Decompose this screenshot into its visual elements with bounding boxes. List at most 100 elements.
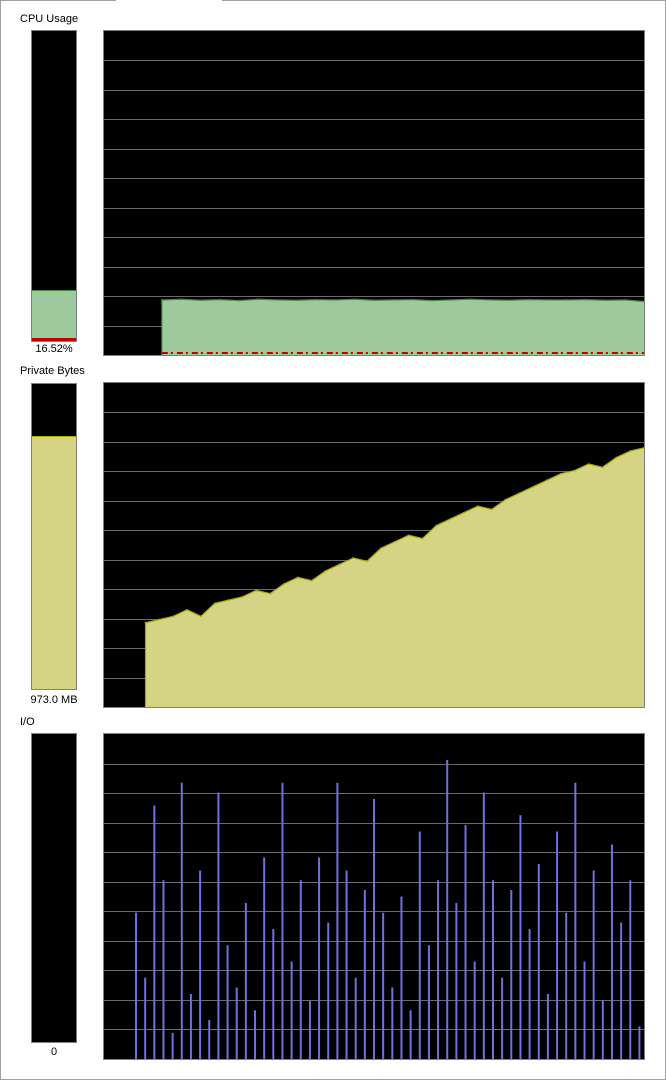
private-bytes-graph[interactable] — [103, 382, 645, 708]
data-point — [158, 618, 161, 621]
data-point — [393, 540, 396, 543]
io-bar — [565, 912, 568, 1059]
data-point — [532, 485, 535, 488]
io-bar — [327, 922, 330, 1059]
io-bar — [162, 880, 165, 1059]
io-bar — [308, 1000, 311, 1059]
data-point — [421, 537, 424, 540]
graph-canvas — [104, 60, 644, 355]
io-bar — [244, 903, 247, 1059]
io-bar — [217, 792, 220, 1059]
io-bar — [620, 922, 623, 1059]
data-point — [463, 511, 465, 514]
io-bar — [473, 961, 476, 1059]
io-bar — [446, 760, 449, 1059]
io-bar — [629, 880, 632, 1059]
io-bar — [235, 987, 238, 1059]
cpu-usage-title: CPU Usage — [20, 13, 79, 25]
cpu-usage-graph[interactable] — [103, 30, 645, 356]
data-point — [366, 560, 368, 563]
io-bar — [281, 782, 284, 1059]
data-point — [257, 298, 260, 301]
data-point — [160, 299, 163, 301]
io-bar — [363, 890, 366, 1059]
io-bar — [482, 792, 485, 1059]
io-bar — [391, 987, 394, 1059]
data-point — [527, 298, 530, 301]
io-bar — [299, 880, 302, 1059]
data-point — [180, 298, 183, 301]
io-bar — [638, 1026, 641, 1059]
io-bar — [373, 799, 375, 1059]
io-bar — [491, 880, 494, 1059]
data-point — [411, 298, 414, 301]
io-bar — [199, 870, 202, 1059]
io-bar — [418, 831, 421, 1059]
io-bar — [171, 1033, 174, 1059]
io-bar — [592, 870, 595, 1059]
io-bar — [409, 1010, 412, 1059]
data-point — [227, 599, 230, 601]
data-point — [380, 547, 382, 550]
data-point — [601, 466, 604, 469]
io-bar — [144, 977, 147, 1059]
data-point — [241, 595, 244, 598]
data-point — [435, 524, 438, 527]
data-point — [508, 299, 510, 302]
data-point — [469, 298, 472, 301]
io-bar — [546, 994, 549, 1059]
io-bar — [135, 912, 138, 1059]
area-fill — [161, 299, 644, 355]
data-point — [546, 299, 549, 301]
data-point — [565, 299, 568, 301]
data-point — [296, 576, 299, 579]
io-bar — [189, 994, 192, 1059]
data-point — [310, 579, 313, 582]
data-point — [546, 479, 548, 482]
graph-canvas — [104, 760, 644, 1059]
io-bar — [318, 857, 321, 1059]
io-bar — [272, 929, 275, 1059]
data-point — [407, 534, 410, 537]
data-point — [604, 299, 607, 302]
data-point — [238, 299, 240, 302]
data-point — [504, 498, 507, 501]
data-point — [476, 505, 479, 508]
data-point — [269, 592, 272, 595]
io-bar — [574, 782, 577, 1059]
data-point — [488, 299, 491, 301]
io-bar — [290, 961, 293, 1059]
data-point — [353, 298, 356, 301]
data-point — [450, 299, 453, 301]
io-bar — [610, 844, 613, 1059]
io-graph[interactable] — [103, 733, 645, 1060]
io-bar — [400, 896, 403, 1059]
data-point — [186, 608, 188, 611]
data-point — [352, 557, 355, 559]
cpu-usage-meter-fill — [32, 289, 76, 341]
data-point — [392, 299, 395, 301]
data-point — [295, 299, 298, 302]
data-point — [255, 589, 258, 592]
data-point — [324, 570, 327, 572]
io-bar — [556, 831, 559, 1059]
data-point — [623, 299, 626, 301]
io-bar — [226, 945, 229, 1059]
io-bar — [519, 815, 522, 1059]
data-point — [373, 299, 375, 302]
data-point — [315, 298, 318, 301]
io-bar — [180, 782, 183, 1059]
io-bar — [336, 782, 339, 1059]
io-bar — [345, 870, 348, 1059]
io-title: I/O — [20, 716, 35, 728]
data-point — [334, 299, 337, 301]
io-bar — [354, 977, 357, 1059]
cpu-usage-meter — [31, 30, 77, 342]
active-tab-notch — [116, 0, 222, 2]
cpu-kernel-meter-fill — [32, 338, 76, 341]
data-point — [587, 463, 590, 465]
data-point — [213, 602, 216, 605]
data-point — [199, 299, 202, 302]
io-bar — [583, 961, 586, 1059]
data-point — [518, 492, 521, 495]
